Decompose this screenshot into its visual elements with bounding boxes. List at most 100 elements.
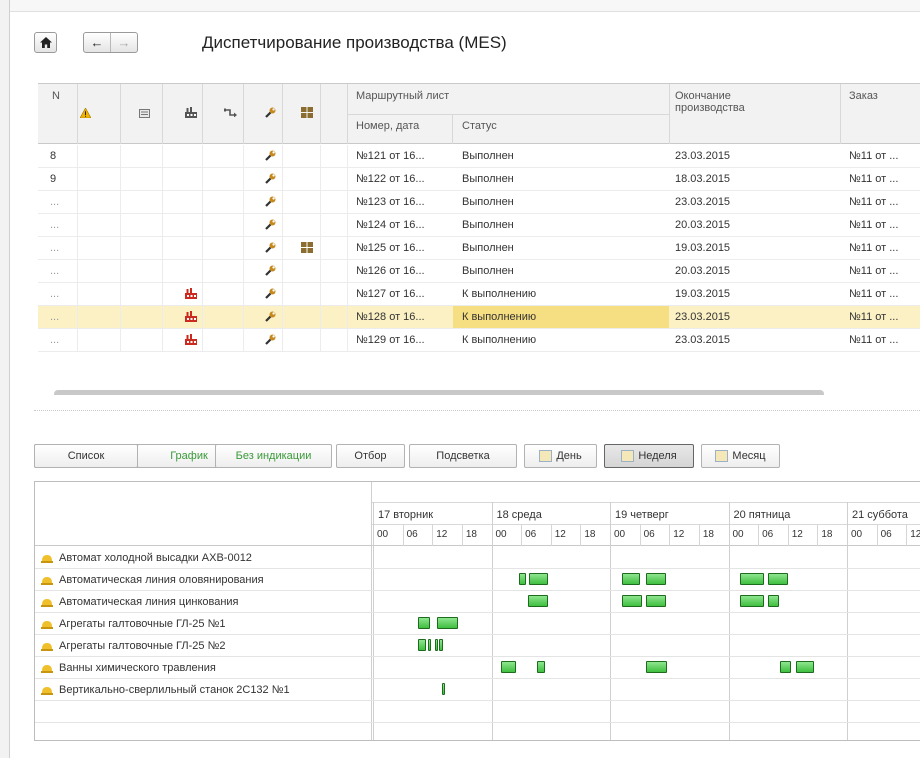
column-divider	[243, 145, 244, 168]
gantt-row[interactable]: Агрегаты галтовочные ГЛ-25 №1	[35, 613, 920, 635]
column-divider	[243, 306, 244, 329]
resource-label[interactable]: Вертикально-сверлильный станок 2С132 №1	[41, 684, 290, 696]
task-bar[interactable]	[740, 595, 765, 607]
task-bar[interactable]	[645, 595, 666, 607]
cell-n: ...	[50, 242, 60, 254]
table-row[interactable]: ... №129 от 16... К выполнению 23.03.2015 №1…	[38, 329, 920, 352]
highlight-button[interactable]: Подсветка	[409, 444, 517, 468]
schedule-view-label: График	[170, 450, 208, 462]
history-nav: ← →	[83, 32, 138, 53]
task-bar[interactable]	[767, 573, 788, 585]
column-status-header[interactable]: Статус	[462, 120, 497, 132]
table-row[interactable]: ... №123 от 16... Выполнен 23.03.2015 №11 от…	[38, 191, 920, 214]
task-bar[interactable]	[740, 573, 765, 585]
task-bar[interactable]	[434, 639, 439, 651]
document-icon[interactable]	[139, 109, 150, 121]
route-icon[interactable]	[224, 108, 237, 120]
resource-label[interactable]: Агрегаты галтовочные ГЛ-25 №1	[41, 618, 225, 630]
hour-divider	[906, 525, 908, 546]
gantt-row[interactable]: Автоматическая линия оловянирования	[35, 569, 920, 591]
no-indication-button[interactable]: Без индикации	[215, 444, 332, 468]
panel-splitter[interactable]	[34, 410, 920, 411]
column-route-sheet-header[interactable]: Маршрутный лист	[356, 90, 449, 102]
task-bar[interactable]	[767, 595, 780, 607]
cell-status: Выполнен	[462, 150, 514, 162]
table-row[interactable]: ... №125 от 16... Выполнен 19.03.2015 №11 от…	[38, 237, 920, 260]
filter-button[interactable]: Отбор	[336, 444, 405, 468]
column-number-date-header[interactable]: Номер, дата	[356, 120, 419, 132]
forward-button[interactable]: →	[111, 33, 137, 52]
task-bar[interactable]	[779, 661, 792, 673]
back-button[interactable]: ←	[84, 33, 111, 52]
task-bar[interactable]	[418, 617, 430, 629]
resource-label[interactable]: Автомат холодной высадки АХВ-0012	[41, 552, 252, 564]
table-row[interactable]: ... №124 от 16... Выполнен 20.03.2015 №11 от…	[38, 214, 920, 237]
factory-icon[interactable]	[185, 107, 197, 121]
column-divider	[347, 306, 348, 329]
list-view-button[interactable]: Список	[34, 444, 138, 468]
task-bar[interactable]	[439, 639, 443, 651]
task-bar[interactable]	[621, 595, 642, 607]
task-bar[interactable]	[621, 573, 640, 585]
warning-icon[interactable]	[79, 107, 92, 121]
table-row[interactable]: 9 №122 от 16... Выполнен 18.03.2015 №11 от .…	[38, 168, 920, 191]
gantt-row[interactable]: Вертикально-сверлильный станок 2С132 №1	[35, 679, 920, 701]
table-row[interactable]: ... №126 от 16... Выполнен 20.03.2015 №11 от…	[38, 260, 920, 283]
table-row[interactable]: ... №128 от 16... К выполнению 23.03.2015 №1…	[38, 306, 920, 329]
column-end-production-header[interactable]: Окончание производства	[675, 90, 785, 114]
task-bar[interactable]	[796, 661, 814, 673]
back-arrow-icon: ←	[90, 35, 104, 50]
column-divider	[347, 145, 348, 168]
cell-status: К выполнению	[462, 288, 537, 300]
hard-hat-icon	[41, 686, 53, 695]
task-bar[interactable]	[528, 595, 549, 607]
gantt-row[interactable]: Агрегаты галтовочные ГЛ-25 №2	[35, 635, 920, 657]
month-scale-button[interactable]: Месяц	[701, 444, 780, 468]
wrench-icon[interactable]	[265, 107, 276, 121]
factory-icon	[185, 334, 197, 348]
resource-label[interactable]: Автоматическая линия цинкования	[41, 596, 239, 608]
week-scale-button[interactable]: Неделя	[604, 444, 694, 468]
cell-number-date: №122 от 16...	[356, 173, 425, 185]
task-bar[interactable]	[536, 661, 545, 673]
boxes-icon[interactable]	[301, 107, 313, 121]
boxes-icon	[301, 242, 313, 256]
task-bar[interactable]	[645, 661, 667, 673]
resource-label[interactable]: Агрегаты галтовочные ГЛ-25 №2	[41, 640, 225, 652]
column-divider	[320, 214, 321, 237]
column-divider	[347, 260, 348, 283]
table-horizontal-scrollbar[interactable]	[54, 390, 824, 395]
gantt-row[interactable]: Автомат холодной высадки АХВ-0012	[35, 547, 920, 569]
table-row[interactable]: 8 №121 от 16... Выполнен 23.03.2015 №11 от .…	[38, 145, 920, 168]
gantt-row[interactable]: Автоматическая линия цинкования	[35, 591, 920, 613]
task-bar[interactable]	[501, 661, 517, 673]
home-button[interactable]	[34, 32, 57, 53]
task-bar[interactable]	[441, 683, 445, 695]
column-divider	[202, 260, 203, 283]
resource-name: Ванны химического травления	[59, 662, 216, 674]
cell-status: К выполнению	[462, 334, 537, 346]
column-n-header[interactable]: N	[52, 90, 60, 102]
column-divider	[77, 283, 78, 306]
cell-number-date: №129 от 16...	[356, 334, 425, 346]
task-bar[interactable]	[518, 573, 526, 585]
hour-divider	[521, 525, 523, 546]
task-bar[interactable]	[427, 639, 432, 651]
column-divider	[120, 145, 121, 168]
gantt-hour-label: 18	[584, 529, 596, 540]
column-divider	[120, 260, 121, 283]
table-row[interactable]: ... №127 от 16... К выполнению 19.03.2015 №1…	[38, 283, 920, 306]
home-icon	[39, 37, 52, 48]
resource-label[interactable]: Автоматическая линия оловянирования	[41, 574, 264, 586]
task-bar[interactable]	[437, 617, 459, 629]
column-divider	[243, 214, 244, 237]
task-bar[interactable]	[529, 573, 549, 585]
column-divider	[162, 237, 163, 260]
task-bar[interactable]	[418, 639, 427, 651]
day-scale-button[interactable]: День	[524, 444, 597, 468]
column-order-header[interactable]: Заказ	[849, 90, 878, 102]
task-bar[interactable]	[645, 573, 666, 585]
column-divider	[162, 329, 163, 352]
gantt-row[interactable]: Ванны химического травления	[35, 657, 920, 679]
resource-label[interactable]: Ванны химического травления	[41, 662, 216, 674]
